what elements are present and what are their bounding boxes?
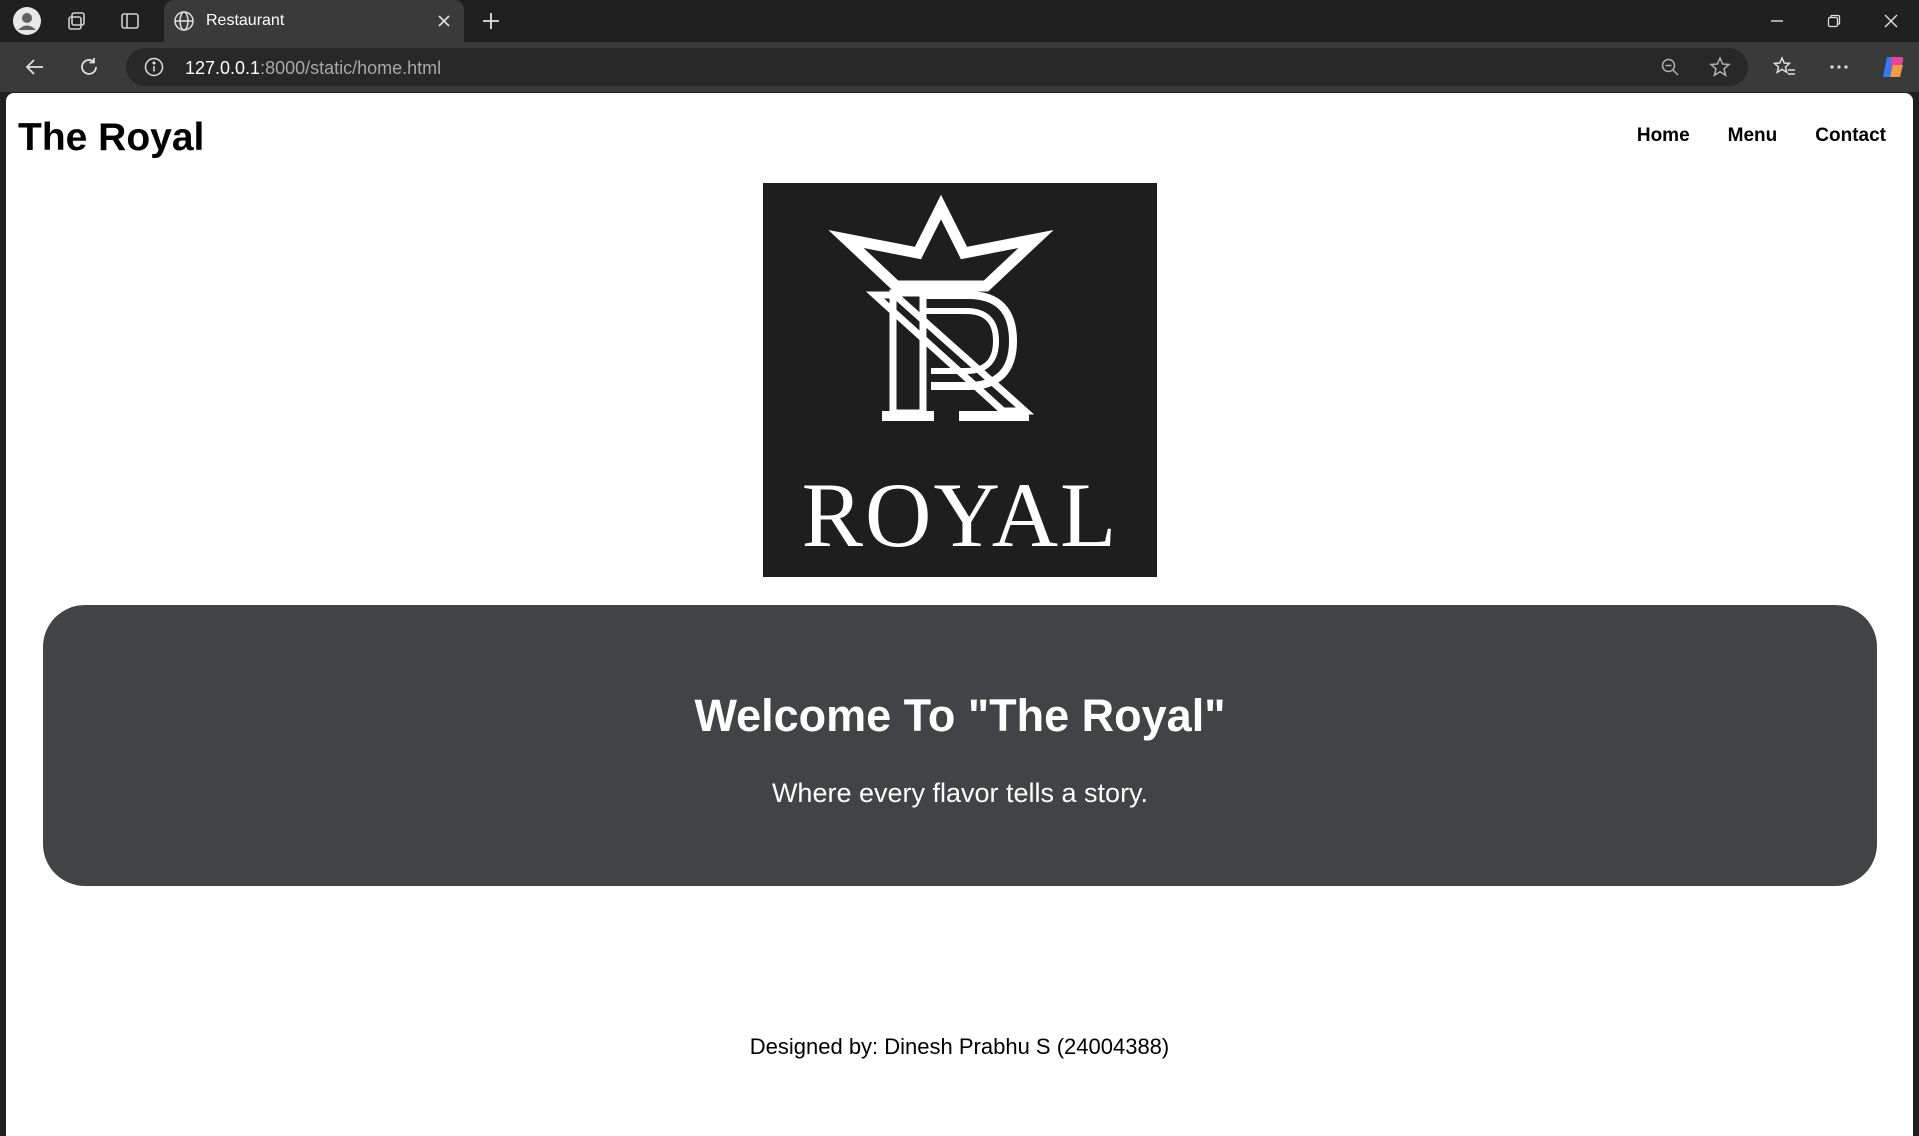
tab-title: Restaurant [206, 12, 285, 29]
plus-icon[interactable] [476, 6, 506, 36]
url-path: :8000/static/home.html [260, 58, 442, 78]
url-host: 127.0.0.1 [185, 58, 261, 78]
refresh-icon[interactable] [72, 50, 106, 84]
info-icon[interactable] [142, 55, 166, 79]
profile-icon[interactable] [12, 6, 42, 36]
page-viewport: The Royal Home Menu Contact ROYAL Welcom… [6, 93, 1913, 1136]
copilot-icon[interactable] [1876, 50, 1910, 84]
site-footer: Designed by: Dinesh Prabhu S (24004388) [749, 1034, 1170, 1059]
nav-home[interactable]: Home [1637, 125, 1690, 147]
logo-wordmark: ROYAL [801, 464, 1119, 566]
browser-toolbar: 127.0.0.1:8000/static/home.html [0, 42, 1919, 92]
more-icon[interactable] [1822, 50, 1856, 84]
nav-menu[interactable]: Menu [1728, 125, 1778, 147]
restore-icon[interactable] [1806, 0, 1862, 42]
star-icon[interactable] [1708, 55, 1732, 79]
royal-logo-image: ROYAL [763, 183, 1157, 577]
url-text: 127.0.0.1:8000/static/home.html [185, 58, 441, 78]
favorites-icon[interactable] [1768, 50, 1802, 84]
nav-contact[interactable]: Contact [1815, 125, 1886, 147]
site-header: The Royal Home Menu Contact [6, 93, 1913, 177]
address-bar[interactable]: 127.0.0.1:8000/static/home.html [126, 48, 1748, 86]
site-nav: Home Menu Contact [1599, 125, 1886, 147]
hero-title: Welcome To "The Royal" [694, 690, 1226, 741]
vertical-tabs-icon[interactable] [115, 6, 145, 36]
window-close-icon[interactable] [1863, 0, 1919, 42]
back-arrow-icon[interactable] [18, 50, 52, 84]
globe-icon [172, 9, 196, 33]
site-brand[interactable]: The Royal [18, 116, 204, 160]
minimize-icon[interactable] [1749, 0, 1805, 42]
close-icon[interactable] [432, 9, 456, 33]
browser-tab-bar: Restaurant [0, 0, 1919, 42]
hero-subtitle: Where every flavor tells a story. [771, 778, 1149, 808]
workspaces-icon[interactable] [62, 6, 92, 36]
hero-banner: Welcome To "The Royal" Where every flavo… [43, 605, 1877, 886]
browser-tab-active[interactable]: Restaurant [164, 0, 464, 42]
zoom-out-icon[interactable] [1658, 55, 1682, 79]
